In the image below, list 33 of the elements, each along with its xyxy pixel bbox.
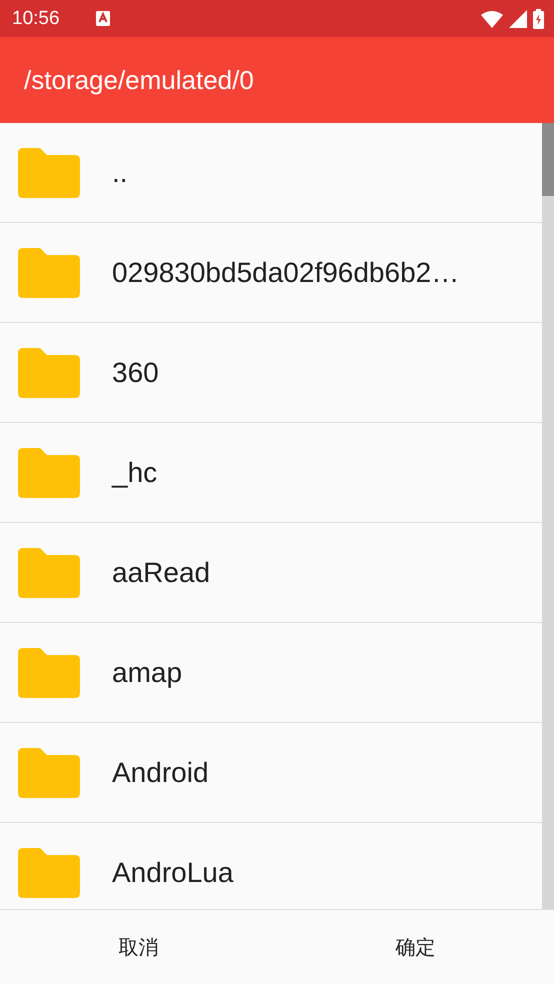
dialog-button[interactable]: 取消 [0,910,277,984]
folder-name: .. [112,156,128,188]
folder-icon [18,748,80,798]
folder-row[interactable]: _hc [0,423,542,523]
folder-icon [18,548,80,598]
folder-icon [18,448,80,498]
folder-icon [18,848,80,898]
battery-icon [533,8,544,28]
path-title: /storage/emulated/0 [24,64,254,96]
scroll-thumb[interactable] [542,123,554,196]
folder-row[interactable]: aaRead [0,523,542,623]
folder-row[interactable]: .. [0,123,542,223]
wifi-icon [481,10,503,28]
folder-icon [18,248,80,298]
folder-row[interactable]: amap [0,623,542,723]
folder-name: 360 [112,356,159,388]
folder-name: amap [112,656,182,688]
folder-name: AndroLua [112,856,234,888]
folder-icon [18,348,80,398]
scrollbar[interactable] [542,123,554,909]
folder-row[interactable]: Android [0,723,542,823]
folder-name: 029830bd5da02f96db6b2… [112,256,460,288]
folder-name: Android [112,756,209,788]
notification-icon [96,11,110,26]
folder-name: _hc [112,456,158,488]
signal-icon [509,10,527,28]
folder-icon [18,148,80,198]
dialog-button[interactable]: 确定 [277,910,554,984]
folder-row[interactable]: 029830bd5da02f96db6b2… [0,223,542,323]
status-time: 10:56 [12,8,60,30]
folder-name: aaRead [112,556,210,588]
folder-icon [18,648,80,698]
folder-row[interactable]: 360 [0,323,542,423]
